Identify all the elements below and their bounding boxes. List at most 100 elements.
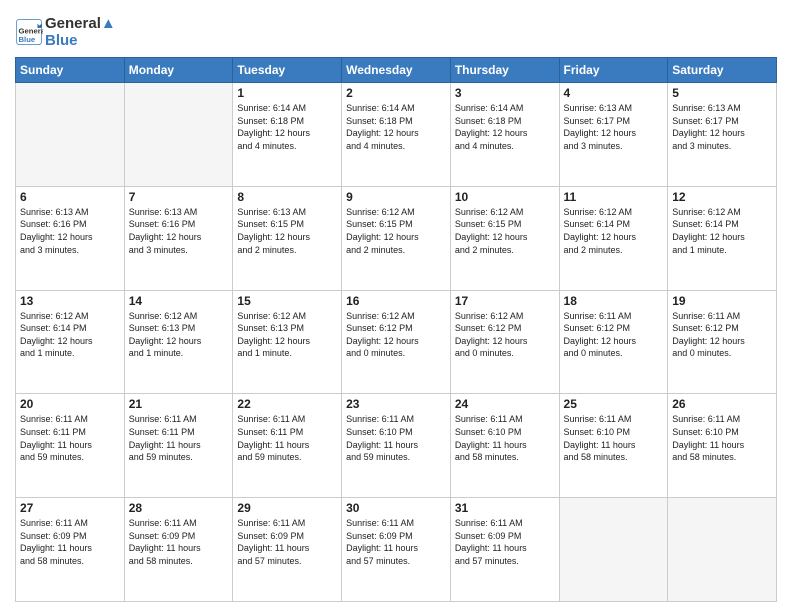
weekday-header-friday: Friday [559,58,668,83]
day-number: 9 [346,190,446,204]
calendar-cell: 8Sunrise: 6:13 AM Sunset: 6:15 PM Daylig… [233,186,342,290]
calendar-cell: 19 Sunrise: 6:11 AM Sunset: 6:12 PM Dayli… [668,290,777,394]
day-info: Sunrise: 6:11 AM Sunset: 6:10 PM Dayligh… [455,413,555,463]
calendar-cell: 5Sunrise: 6:13 AM Sunset: 6:17 PM Daylig… [668,83,777,187]
logo: General Blue General▲ Blue [15,15,116,49]
day-info: Sunrise: 6:11 AM Sunset: 6:09 PM Dayligh… [129,517,229,567]
calendar-cell: 15 Sunrise: 6:12 AM Sunset: 6:13 PM Dayli… [233,290,342,394]
calendar-header-row: SundayMondayTuesdayWednesdayThursdayFrid… [16,58,777,83]
day-number: 11 [564,190,664,204]
day-number: 30 [346,501,446,515]
day-info: Sunrise: 6:11 AM Sunset: 6:09 PM Dayligh… [20,517,120,567]
day-info: Sunrise: 6:11 AM Sunset: 6:12 PM Dayligh… [564,310,664,360]
day-info: Sunrise: 6:11 AM Sunset: 6:10 PM Dayligh… [346,413,446,463]
day-number: 16 [346,294,446,308]
day-info: Sunrise: 6:11 AM Sunset: 6:11 PM Dayligh… [237,413,337,463]
weekday-header-monday: Monday [124,58,233,83]
day-number: 14 [129,294,229,308]
calendar-cell: 12 Sunrise: 6:12 AM Sunset: 6:14 PM Dayli… [668,186,777,290]
calendar-cell: 13 Sunrise: 6:12 AM Sunset: 6:14 PM Dayli… [16,290,125,394]
day-number: 21 [129,397,229,411]
day-number: 3 [455,86,555,100]
calendar-cell: 11 Sunrise: 6:12 AM Sunset: 6:14 PM Dayli… [559,186,668,290]
calendar-cell: 6 Sunrise: 6:13 AM Sunset: 6:16 PM Daylig… [16,186,125,290]
weekday-header-tuesday: Tuesday [233,58,342,83]
day-info: Sunrise: 6:12 AM Sunset: 6:14 PM Dayligh… [20,310,120,360]
day-info: Sunrise: 6:11 AM Sunset: 6:10 PM Dayligh… [564,413,664,463]
day-number: 17 [455,294,555,308]
weekday-header-saturday: Saturday [668,58,777,83]
calendar-cell: 18 Sunrise: 6:11 AM Sunset: 6:12 PM Dayli… [559,290,668,394]
calendar-cell: 25 Sunrise: 6:11 AM Sunset: 6:10 PM Dayli… [559,394,668,498]
day-info: Sunrise: 6:11 AM Sunset: 6:12 PM Dayligh… [672,310,772,360]
day-number: 12 [672,190,772,204]
calendar-cell [16,83,125,187]
calendar-cell [124,83,233,187]
day-number: 6 [20,190,120,204]
calendar-cell: 22 Sunrise: 6:11 AM Sunset: 6:11 PM Dayli… [233,394,342,498]
calendar: SundayMondayTuesdayWednesdayThursdayFrid… [15,57,777,602]
calendar-cell [559,498,668,602]
logo-text: General▲ Blue [45,15,116,49]
day-info: Sunrise: 6:14 AM Sunset: 6:18 PM Dayligh… [455,102,555,152]
header: General Blue General▲ Blue [15,10,777,49]
calendar-cell: 20 Sunrise: 6:11 AM Sunset: 6:11 PM Dayli… [16,394,125,498]
day-number: 20 [20,397,120,411]
day-number: 25 [564,397,664,411]
day-number: 26 [672,397,772,411]
weekday-header-sunday: Sunday [16,58,125,83]
day-info: Sunrise: 6:14 AM Sunset: 6:18 PM Dayligh… [237,102,337,152]
day-info: Sunrise: 6:12 AM Sunset: 6:13 PM Dayligh… [237,310,337,360]
day-number: 22 [237,397,337,411]
day-info: Sunrise: 6:13 AM Sunset: 6:17 PM Dayligh… [564,102,664,152]
day-info: Sunrise: 6:12 AM Sunset: 6:12 PM Dayligh… [346,310,446,360]
calendar-cell: 30 Sunrise: 6:11 AM Sunset: 6:09 PM Dayli… [342,498,451,602]
day-info: Sunrise: 6:11 AM Sunset: 6:11 PM Dayligh… [129,413,229,463]
day-number: 13 [20,294,120,308]
calendar-week-2: 6 Sunrise: 6:13 AM Sunset: 6:16 PM Daylig… [16,186,777,290]
day-info: Sunrise: 6:13 AM Sunset: 6:16 PM Dayligh… [20,206,120,256]
calendar-cell: 31 Sunrise: 6:11 AM Sunset: 6:09 PM Dayli… [450,498,559,602]
day-number: 31 [455,501,555,515]
calendar-cell: 2Sunrise: 6:14 AM Sunset: 6:18 PM Daylig… [342,83,451,187]
day-info: Sunrise: 6:11 AM Sunset: 6:09 PM Dayligh… [237,517,337,567]
day-info: Sunrise: 6:14 AM Sunset: 6:18 PM Dayligh… [346,102,446,152]
calendar-cell [668,498,777,602]
day-info: Sunrise: 6:12 AM Sunset: 6:14 PM Dayligh… [672,206,772,256]
day-number: 24 [455,397,555,411]
weekday-header-thursday: Thursday [450,58,559,83]
day-number: 18 [564,294,664,308]
calendar-cell: 14 Sunrise: 6:12 AM Sunset: 6:13 PM Dayli… [124,290,233,394]
day-number: 1 [237,86,337,100]
page: General Blue General▲ Blue SundayMondayT… [0,0,792,612]
day-info: Sunrise: 6:11 AM Sunset: 6:09 PM Dayligh… [346,517,446,567]
svg-text:Blue: Blue [19,35,36,44]
calendar-cell: 3 Sunrise: 6:14 AM Sunset: 6:18 PM Daylig… [450,83,559,187]
day-number: 27 [20,501,120,515]
calendar-week-3: 13 Sunrise: 6:12 AM Sunset: 6:14 PM Dayli… [16,290,777,394]
day-number: 15 [237,294,337,308]
day-info: Sunrise: 6:11 AM Sunset: 6:09 PM Dayligh… [455,517,555,567]
calendar-week-4: 20 Sunrise: 6:11 AM Sunset: 6:11 PM Dayli… [16,394,777,498]
day-info: Sunrise: 6:11 AM Sunset: 6:10 PM Dayligh… [672,413,772,463]
day-info: Sunrise: 6:12 AM Sunset: 6:15 PM Dayligh… [455,206,555,256]
calendar-cell: 26 Sunrise: 6:11 AM Sunset: 6:10 PM Dayli… [668,394,777,498]
calendar-week-5: 27 Sunrise: 6:11 AM Sunset: 6:09 PM Dayli… [16,498,777,602]
calendar-cell: 24 Sunrise: 6:11 AM Sunset: 6:10 PM Dayli… [450,394,559,498]
calendar-cell: 29Sunrise: 6:11 AM Sunset: 6:09 PM Dayli… [233,498,342,602]
day-info: Sunrise: 6:12 AM Sunset: 6:13 PM Dayligh… [129,310,229,360]
calendar-cell: 9 Sunrise: 6:12 AM Sunset: 6:15 PM Daylig… [342,186,451,290]
weekday-header-wednesday: Wednesday [342,58,451,83]
calendar-cell: 23 Sunrise: 6:11 AM Sunset: 6:10 PM Dayli… [342,394,451,498]
day-info: Sunrise: 6:12 AM Sunset: 6:15 PM Dayligh… [346,206,446,256]
day-number: 19 [672,294,772,308]
day-info: Sunrise: 6:13 AM Sunset: 6:16 PM Dayligh… [129,206,229,256]
day-info: Sunrise: 6:11 AM Sunset: 6:11 PM Dayligh… [20,413,120,463]
day-info: Sunrise: 6:12 AM Sunset: 6:12 PM Dayligh… [455,310,555,360]
day-number: 23 [346,397,446,411]
calendar-cell: 27 Sunrise: 6:11 AM Sunset: 6:09 PM Dayli… [16,498,125,602]
day-info: Sunrise: 6:12 AM Sunset: 6:14 PM Dayligh… [564,206,664,256]
logo-icon: General Blue [15,18,43,46]
calendar-cell: 10Sunrise: 6:12 AM Sunset: 6:15 PM Dayli… [450,186,559,290]
calendar-cell: 16 Sunrise: 6:12 AM Sunset: 6:12 PM Dayli… [342,290,451,394]
